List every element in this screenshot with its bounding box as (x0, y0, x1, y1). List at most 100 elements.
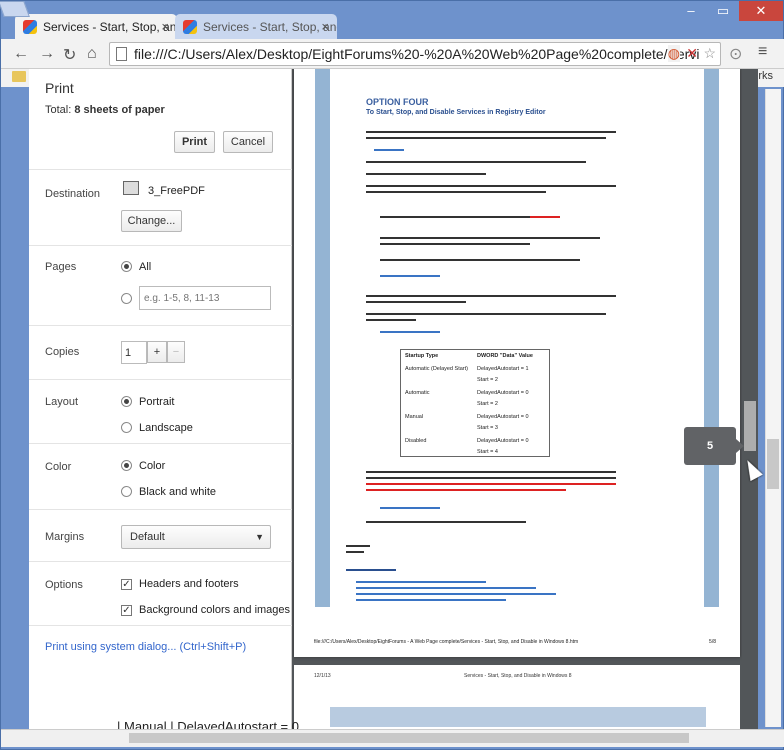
related-link[interactable] (356, 587, 536, 589)
color-radio[interactable] (121, 460, 132, 471)
copies-decrement-button[interactable]: − (167, 341, 185, 363)
portrait-radio[interactable] (121, 396, 132, 407)
option-title: OPTION FOUR (366, 97, 429, 107)
pages-input[interactable] (139, 286, 271, 310)
reload-icon[interactable]: ↻ (63, 45, 76, 65)
browser-window: Services - Start, Stop, and × Services -… (0, 0, 784, 750)
close-window-icon[interactable]: ✕ (739, 1, 783, 21)
landscape-radio[interactable] (121, 422, 132, 433)
cancel-button[interactable]: Cancel (223, 131, 273, 153)
related-link[interactable] (356, 599, 506, 601)
table-cell: Start = 3 (477, 425, 498, 431)
pages-all-label: All (139, 261, 152, 273)
text-line (366, 137, 606, 139)
image-link[interactable] (374, 149, 404, 151)
divider (29, 443, 292, 444)
related-link[interactable] (356, 581, 486, 583)
page-footer-path: file:///C:/Users/Alex/Desktop/EightForum… (314, 639, 579, 645)
black-white-label: Black and white (139, 486, 217, 498)
text-line (366, 521, 526, 523)
note-line (366, 489, 566, 491)
text-line (366, 191, 546, 193)
browser-toolbar: ← → ↻ ⌂ file:///C:/Users/Alex/Desktop/Ei… (1, 39, 784, 69)
service-name-highlight (530, 216, 560, 218)
background-graphics-checkbox[interactable]: ✓ (121, 605, 132, 616)
print-settings-panel: Print Total: 8 sheets of paper Print Can… (29, 69, 292, 729)
extension-icon[interactable]: ◍ (667, 45, 680, 62)
table-header: DWORD "Data" Value (477, 353, 533, 359)
headers-footers-checkbox[interactable]: ✓ (121, 579, 132, 590)
table-cell: Disabled (405, 438, 427, 444)
bookmark-star-icon[interactable]: ☆ (703, 45, 716, 62)
address-bar[interactable]: file:///C:/Users/Alex/Desktop/EightForum… (109, 42, 721, 66)
page-header-title: Services - Start, Stop, and Disable in W… (464, 673, 572, 679)
pages-all-radio[interactable] (121, 261, 132, 272)
image-link[interactable] (380, 275, 440, 277)
printer-icon (123, 181, 139, 195)
table-cell: Start = 2 (477, 401, 498, 407)
image-link[interactable] (380, 507, 440, 509)
text-line (366, 295, 616, 297)
stop-icon[interactable]: ✕ (686, 45, 698, 62)
window-scrollbar-thumb[interactable] (767, 439, 779, 489)
pages-custom-radio[interactable] (121, 293, 132, 304)
options-label: Options (45, 579, 83, 591)
print-title: Print (45, 80, 74, 96)
home-icon[interactable]: ⌂ (87, 45, 97, 63)
page-icon (116, 47, 127, 61)
destination-value: 3_FreePDF (148, 185, 205, 197)
horizontal-scrollbar-thumb[interactable] (129, 733, 689, 743)
copies-increment-button[interactable]: + (147, 341, 167, 363)
close-tab-icon[interactable]: × (321, 19, 329, 34)
text-line (366, 319, 416, 321)
image-link[interactable] (380, 331, 440, 333)
preview-page: OPTION FOUR To Start, Stop, and Disable … (294, 69, 740, 657)
new-tab-button[interactable] (0, 1, 30, 17)
divider (29, 625, 292, 626)
text-line (346, 545, 370, 547)
text-line (366, 477, 616, 479)
print-button[interactable]: Print (174, 131, 215, 153)
table-cell: DelayedAutostart = 1 (477, 366, 529, 372)
black-white-radio[interactable] (121, 486, 132, 497)
close-tab-icon[interactable]: × (161, 19, 169, 34)
divider (29, 325, 292, 326)
tab-active[interactable]: Services - Start, Stop, and × (15, 14, 177, 40)
print-preview-area: OPTION FOUR To Start, Stop, and Disable … (292, 69, 742, 729)
related-heading (346, 569, 396, 571)
page-favicon-icon (23, 20, 37, 34)
maximize-icon[interactable]: ▭ (707, 1, 739, 21)
related-link[interactable] (356, 593, 556, 595)
pages-label: Pages (45, 261, 77, 273)
table-cell: Start = 4 (477, 449, 498, 455)
minimize-icon[interactable]: – (675, 1, 707, 21)
layout-label: Layout (45, 396, 79, 408)
copies-input[interactable]: 1 (121, 341, 147, 364)
text-line (366, 301, 466, 303)
table-cell: Manual (405, 414, 424, 420)
back-icon[interactable]: ← (13, 45, 29, 63)
folder-icon[interactable] (12, 71, 26, 82)
color-option-label: Color (139, 460, 166, 472)
other-bookmarks[interactable]: rks (758, 70, 773, 82)
text-line (366, 161, 586, 163)
background-graphics-label: Background colors and images (139, 604, 291, 616)
text-line (366, 173, 486, 175)
tab-strip: Services - Start, Stop, and × Services -… (0, 1, 784, 40)
headers-footers-label: Headers and footers (139, 578, 239, 590)
change-button[interactable]: Change... (121, 210, 182, 232)
forward-icon[interactable]: → (39, 45, 55, 63)
landscape-label: Landscape (139, 422, 193, 434)
downloads-icon[interactable]: ⊙ (729, 44, 742, 64)
text-line (366, 131, 616, 133)
note-line (366, 483, 616, 485)
copies-label: Copies (45, 346, 80, 358)
registry-path (380, 216, 530, 218)
menu-icon[interactable]: ≡ (758, 43, 767, 61)
table-cell: Automatic (405, 390, 430, 396)
tab-inactive[interactable]: Services - Start, Stop, and × (175, 14, 337, 40)
system-dialog-link[interactable]: Print using system dialog... (Ctrl+Shift… (45, 641, 246, 653)
preview-scrollbar-thumb[interactable] (744, 401, 756, 451)
window-scrollbar[interactable] (765, 89, 781, 727)
margins-select[interactable]: Default ▼ (121, 525, 271, 549)
